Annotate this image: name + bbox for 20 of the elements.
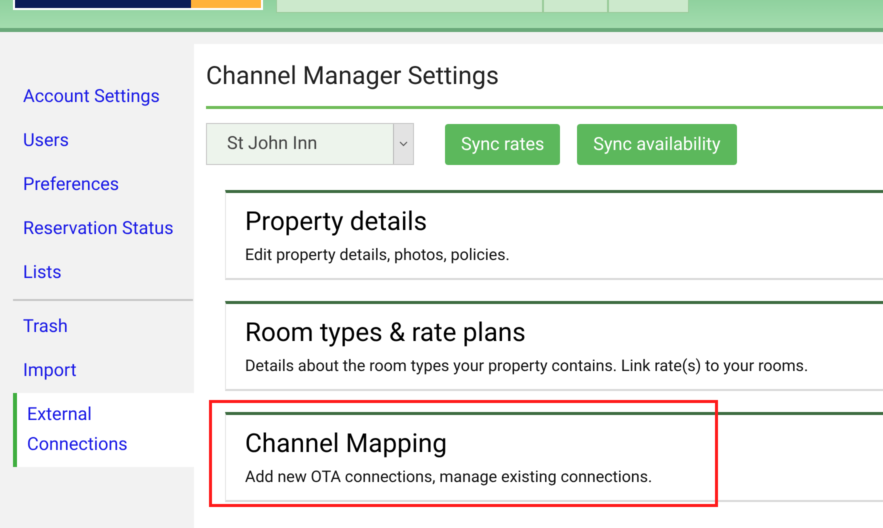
section-card[interactable]: Property details Edit property details, photos, policies. — [225, 190, 883, 280]
sidebar-link[interactable]: Trash — [13, 305, 194, 349]
section-card[interactable]: Channel Mapping Add new OTA connections, manage existing connections. — [225, 412, 883, 502]
card-title: Property details — [245, 206, 428, 239]
card-description: Add new OTA connections, manage existing connections. — [245, 466, 654, 488]
sidebar-link[interactable]: Account Settings — [13, 75, 194, 119]
chevron-icon — [399, 141, 408, 147]
property-select[interactable]: St John Inn — [206, 123, 414, 165]
card-title: Room types & rate plans — [245, 317, 527, 350]
sidebar-link[interactable]: Reservation Status — [13, 207, 194, 251]
sidebar-link[interactable]: Preferences — [13, 163, 194, 207]
sidebar-link[interactable]: Lists — [13, 251, 194, 295]
sidebar-link[interactable]: Import — [13, 349, 194, 393]
sidebar-link[interactable]: External Connections — [13, 393, 194, 467]
sidebar-link[interactable]: Users — [13, 119, 194, 163]
section-card[interactable]: Room types & rate plans Details about the room types your property contains. Link rate(s) to your rooms. — [225, 301, 883, 391]
card-title: Channel Mapping — [245, 428, 448, 461]
card-description: Details about the room types your property contains. Link rate(s) to your rooms. — [245, 355, 810, 377]
card-description: Edit property details, photos, policies. — [245, 244, 511, 266]
page-title: Channel Manager Settings — [206, 60, 883, 109]
